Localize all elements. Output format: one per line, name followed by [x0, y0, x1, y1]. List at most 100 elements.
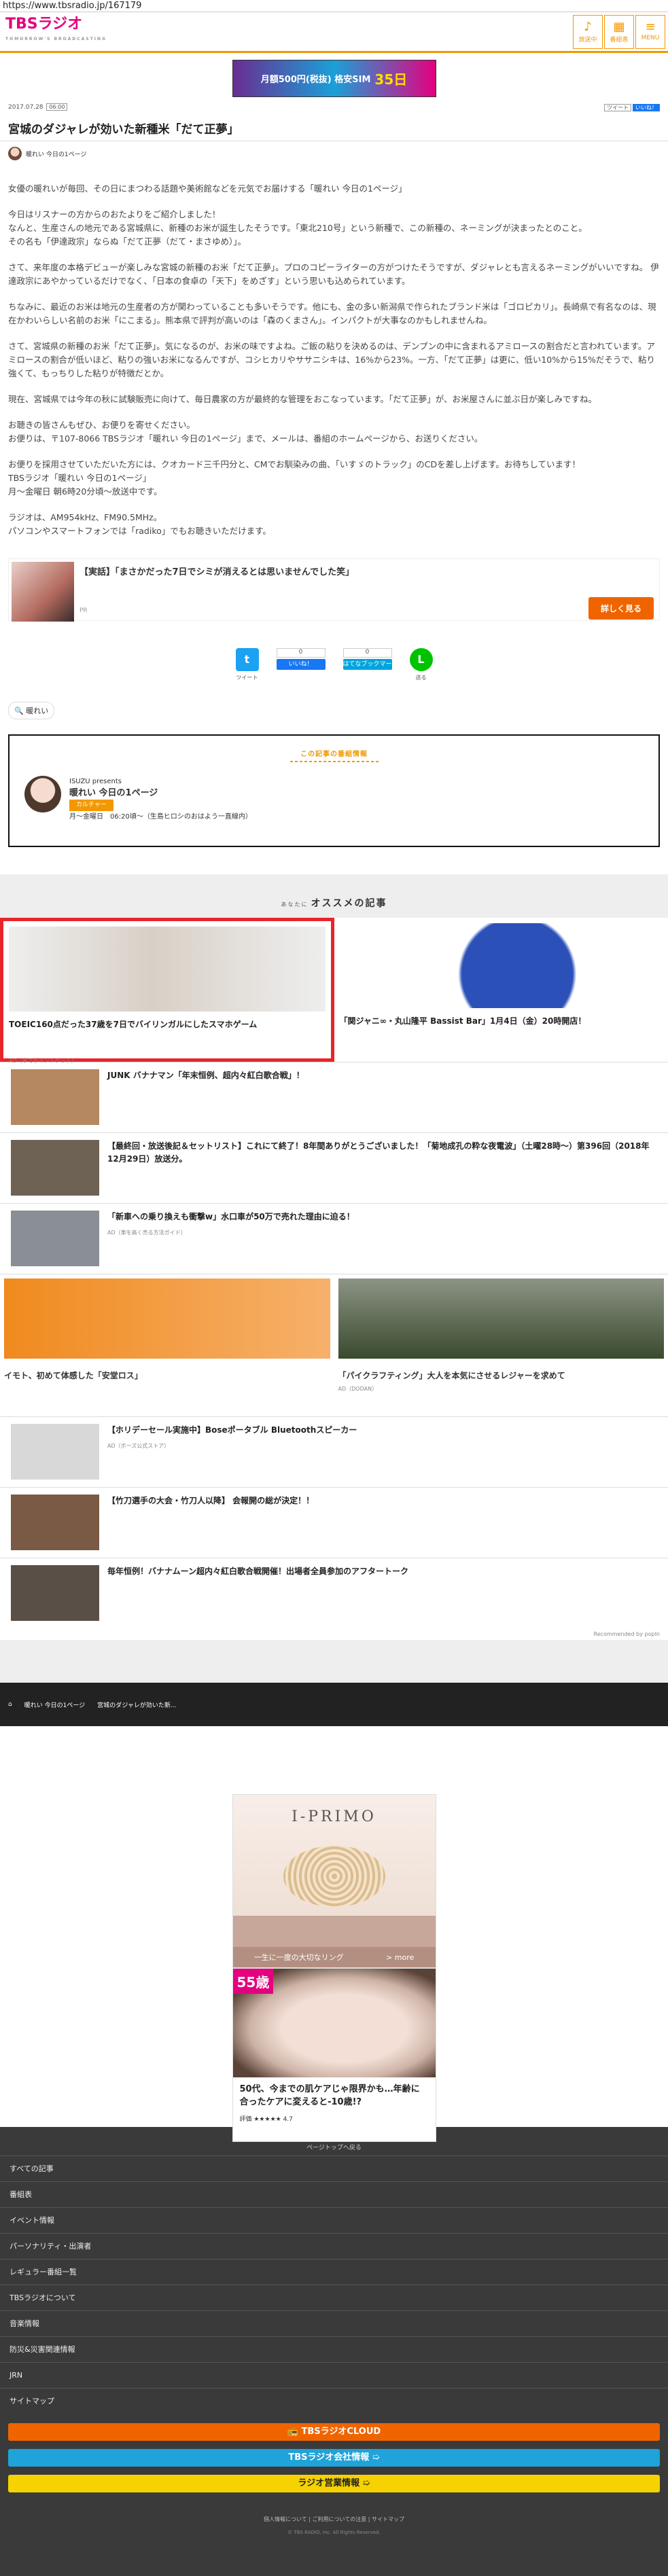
recommend-image [11, 1140, 99, 1196]
external-buttons: 📻 TBSラジオCLOUD TBSラジオ会社情報 ➯ ラジオ営業情報 ➯ [0, 2414, 668, 2505]
hatena-bookmark[interactable]: 0 はてなブックマーク [343, 648, 392, 681]
sales-info-button[interactable]: ラジオ営業情報 ➯ [8, 2475, 660, 2492]
promo-ad[interactable]: 【実話】「まさかだった7日でシミが消えるとは思いませんでした笑」 PR 詳しく見… [8, 558, 660, 621]
schedule-days: 月～金曜日 [69, 813, 103, 821]
recommend-ad-label: AD（ボーズ公式ストア） [107, 1442, 357, 1450]
recommend-title: JUNK バナナマン「年末恒例、超内々紅白歌合戦」！ [107, 1069, 304, 1082]
recommend-item[interactable]: 【最終回・放送後記＆セットリスト】これにて終了！8年間ありがとうございました！「… [0, 1132, 668, 1203]
skincare-image: 55歳 [233, 1969, 436, 2077]
bookmark-button[interactable]: はてなブックマーク [343, 659, 392, 670]
recommended-by[interactable]: Recommended by popIn [0, 1628, 668, 1640]
footer-link[interactable]: イベント情報 [0, 2207, 668, 2233]
recommend-title: 【竹刀選手の大会・竹刀人以降】 会報開の総が決定！！ [107, 1495, 314, 1507]
recommend-title: 「パイクラフティング」大人を本気にさせるレジャーを求めて [338, 1370, 665, 1381]
recommend-card[interactable]: イモト、初めて体感した「安堂ロス」 [0, 1274, 334, 1416]
rings-image [283, 1846, 385, 1907]
header-nav: ♪放送中 ▦番組表 ≡MENU [573, 15, 665, 49]
paragraph: ちなみに、最近のお米は地元の生産者の方が関わっていることも多いそうです。他にも、… [8, 300, 660, 327]
footer-link[interactable]: 音楽情報 [0, 2310, 668, 2336]
program-title[interactable]: 暖れい 今日の1ページ [69, 787, 252, 799]
recommend-image [11, 1495, 99, 1550]
promo-detail-button[interactable]: 詳しく見る [588, 597, 654, 620]
site-logo[interactable]: TBSラジオ TOMORROW'S BROADCASTING [5, 17, 107, 47]
recommend-title: イモト、初めて体感した「安堂ロス」 [4, 1370, 330, 1381]
radio-cloud-button[interactable]: 📻 TBSラジオCLOUD [8, 2423, 660, 2441]
hamburger-icon: ≡ [636, 20, 665, 35]
line-icon: L [410, 648, 433, 671]
like-count: 0 [277, 648, 326, 658]
footer-nav: すべての記事 番組表 イベント情報 パーソナリティ・出演者 レギュラー番組一覧 … [0, 2155, 668, 2414]
recommend-image [11, 1424, 99, 1480]
byline-label: 暖れい 今日の1ページ [26, 149, 86, 158]
recommend-card[interactable]: 「関ジャニ∞・丸山隆平 Bassist Bar」1月4日（金）20時開店！ [334, 918, 668, 1062]
recommend-image [4, 1278, 330, 1359]
line-share[interactable]: L 送る [410, 648, 433, 681]
skincare-ad[interactable]: 55歳 50代、今までの肌ケアじゃ限界かも…年齢に合ったケアに変えると-10歳!… [232, 1968, 436, 2142]
recommend-item[interactable]: 【竹刀選手の大会・竹刀人以降】 会報開の総が決定！！ [0, 1487, 668, 1558]
breadcrumb-current: 宮城のダジャレが効いた新... [97, 1700, 176, 1709]
iprimo-brand: I-PRIMO [233, 1795, 436, 1825]
program-table-button[interactable]: ▦番組表 [604, 15, 634, 49]
skincare-rating: 評価 ★★★★★ 4.7 [233, 2114, 436, 2123]
home-icon[interactable]: ⌂ [8, 1701, 12, 1708]
recommend-item[interactable]: 毎年恒例！バナナムーン超内々紅白歌合戦開催！出場者全員参加のアフタートーク [0, 1558, 668, 1628]
program-info-box[interactable]: この記事の番組情報 ISUZU presents 暖れい 今日の1ページ カルチ… [8, 734, 660, 847]
footer-link[interactable]: JRN [0, 2362, 668, 2388]
iprimo-ad[interactable]: I-PRIMO 一生に一度の大切なリング > more [232, 1794, 436, 1968]
recommend-item[interactable]: JUNK バナナマン「年末恒例、超内々紅白歌合戦」！ [0, 1062, 668, 1132]
recommend-card[interactable]: TOEIC160点だった37歳を7日でバイリンガルにしたスマホゲーム AD（本で… [0, 918, 334, 1062]
recommend-image [338, 1278, 665, 1359]
top-ad-banner[interactable]: 月額500円(税抜) 格安SIM35日 [232, 60, 436, 97]
breadcrumb: ⌂ 暖れい 今日の1ページ 宮城のダジャレが効いた新... [0, 1683, 668, 1726]
paragraph: お聴きの皆さんもぜひ、お便りを寄せください。 お便りは、〒107-8066 TB… [8, 418, 660, 446]
now-playing-button[interactable]: ♪放送中 [573, 15, 603, 49]
footer-link[interactable]: TBSラジオについて [0, 2285, 668, 2310]
recommend-item[interactable]: 【ホリデーセール実施中】Boseポータブル Bluetoothスピーカー AD（ボ… [0, 1416, 668, 1487]
like-badge[interactable]: いいね！ [633, 104, 660, 111]
category-badge: カルチャー [69, 800, 113, 811]
twitter-share[interactable]: t ツイート [236, 648, 259, 681]
paragraph: 現在、宮城県では今年の秋に試験販売に向けて、毎日農家の方が最終的な管理をおこなっ… [8, 393, 660, 406]
like-button[interactable]: いいね！ [277, 659, 326, 670]
footer-link[interactable]: パーソナリティ・出演者 [0, 2233, 668, 2259]
facebook-like[interactable]: 0 いいね！ [277, 648, 326, 681]
copyright: © TBS RADIO, Inc. All Rights Reserved. [0, 2530, 668, 2576]
tag-chip[interactable]: 🔍 暖れい [8, 702, 54, 719]
iprimo-more-link[interactable]: > more [386, 1953, 414, 1962]
paragraph: 女優の暖れいが毎回、その日にまつわる話題や美術館などを元気でお届けする「暖れい … [8, 182, 660, 196]
menu-button[interactable]: ≡MENU [635, 15, 665, 49]
breadcrumb-program[interactable]: 暖れい 今日の1ページ [24, 1700, 85, 1709]
footer-link[interactable]: すべての記事 [0, 2155, 668, 2181]
recommend-image [9, 927, 326, 1012]
recommend-title: 【最終回・放送後記＆セットリスト】これにて終了！8年間ありがとうございました！「… [107, 1140, 657, 1166]
recommend-ad-label: AD（車を高く売る方法ガイド） [107, 1229, 355, 1236]
ad-area: I-PRIMO 一生に一度の大切なリング> more 55歳 50代、今までの肌… [0, 1726, 668, 2127]
iprimo-tagline: 一生に一度の大切なリング [254, 1952, 344, 1963]
promo-title: 【実話】「まさかだった7日でシミが消えるとは思いませんでした笑」 [80, 565, 354, 577]
schedule-time: 06:20頃～（生島ヒロシのおはよう一直線内） [110, 813, 252, 821]
program-sponsor: ISUZU presents [69, 776, 252, 787]
program-info-heading: この記事の番組情報 [10, 748, 658, 762]
paragraph: さて、来年度の本格デビューが楽しみな宮城の新種のお米「だて正夢」。プロのコピーラ… [8, 261, 660, 288]
footer-link[interactable]: 番組表 [0, 2181, 668, 2207]
legal-links[interactable]: 個人情報について | ご利用についての注意 | サイトマップ [0, 2505, 668, 2530]
music-note-icon: ♪ [574, 20, 602, 35]
recommend-ad-label: AD（本でポイントゲット） [9, 1057, 326, 1065]
paragraph: ラジオは、AM954kHz、FM90.5MHz。 パソコンやスマートフォンでは「… [8, 511, 660, 538]
url-bar[interactable]: https://www.tbsradio.jp/167179 [0, 0, 668, 12]
recommend-ad-label: AD（DODAN） [338, 1385, 665, 1393]
article-meta: 2017.07.28 06:00 ツイートいいね！ [0, 104, 668, 111]
recommend-title: 「関ジャニ∞・丸山隆平 Bassist Bar」1月4日（金）20時開店！ [340, 1015, 663, 1026]
footer-link[interactable]: 防災&災害関連情報 [0, 2336, 668, 2362]
byline[interactable]: 暖れい 今日の1ページ [0, 141, 668, 166]
footer-link[interactable]: レギュラー番組一覧 [0, 2259, 668, 2285]
recommend-title: 【ホリデーセール実施中】Boseポータブル Bluetoothスピーカー [107, 1424, 357, 1437]
recommend-item[interactable]: 「新車への乗り換えも衝撃w」水口車が50万で売れた理由に迫る！AD（車を高く売る… [0, 1203, 668, 1274]
age-badge: 55歳 [233, 1969, 274, 1994]
article-date: 2017.07.28 [8, 104, 43, 111]
tweet-badge[interactable]: ツイート [604, 104, 631, 111]
twitter-icon: t [236, 648, 259, 671]
recommend-card[interactable]: 「パイクラフティング」大人を本気にさせるレジャーを求めて AD（DODAN） [334, 1274, 668, 1416]
footer-link[interactable]: サイトマップ [0, 2388, 668, 2414]
company-info-button[interactable]: TBSラジオ会社情報 ➯ [8, 2449, 660, 2467]
